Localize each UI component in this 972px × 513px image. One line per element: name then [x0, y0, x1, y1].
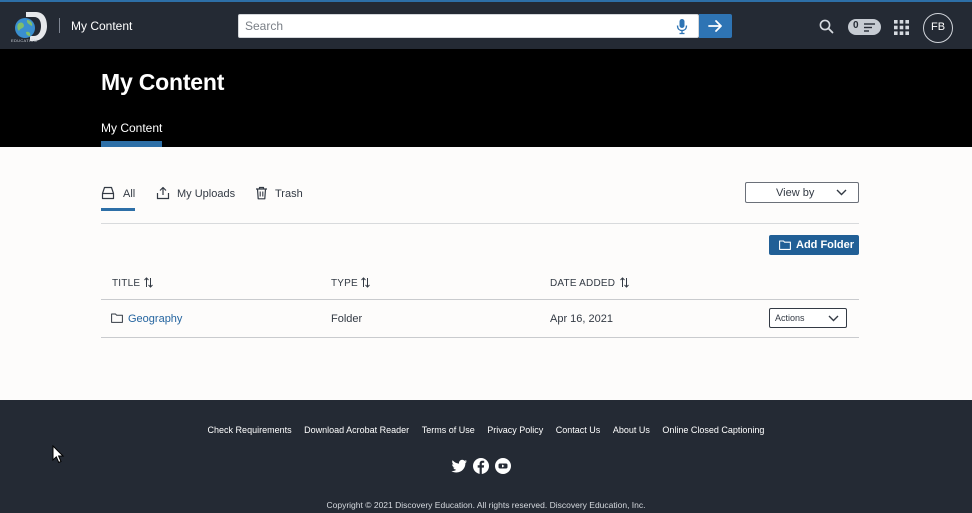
search-icon[interactable] — [819, 19, 834, 34]
column-header-date-added[interactable]: DATE ADDED — [550, 277, 629, 289]
footer-link-terms[interactable]: Terms of Use — [422, 425, 475, 435]
divider — [101, 299, 859, 300]
column-header-type[interactable]: TYPE — [331, 277, 370, 289]
footer-link-check-requirements[interactable]: Check Requirements — [208, 425, 292, 435]
folder-icon — [779, 240, 791, 250]
copyright-text: Copyright © 2021 Discovery Education. Al… — [326, 500, 646, 510]
page-title: My Content — [101, 69, 225, 95]
logo-subtitle: EDUCATION — [11, 38, 37, 43]
tray-icon — [101, 186, 115, 200]
apps-grid-icon[interactable] — [894, 20, 909, 35]
app-title[interactable]: My Content — [71, 19, 132, 33]
divider — [101, 337, 859, 338]
trash-icon — [256, 186, 267, 200]
page-header: My Content My Content — [0, 49, 972, 147]
top-navigation-bar: EDUCATION My Content 0 FB — [0, 0, 972, 49]
filter-tab-label: My Uploads — [177, 188, 236, 200]
divider — [59, 18, 60, 33]
row-type: Folder — [331, 313, 363, 325]
footer-link-about[interactable]: About Us — [613, 425, 650, 435]
arrow-right-icon — [708, 20, 722, 32]
footer: Check Requirements Download Acrobat Read… — [0, 400, 972, 513]
mouse-cursor-icon — [52, 445, 65, 464]
chevron-down-icon — [828, 315, 839, 322]
active-tab-indicator — [101, 141, 162, 147]
add-folder-label: Add Folder — [796, 239, 855, 251]
footer-link-closed-captioning[interactable]: Online Closed Captioning — [662, 425, 764, 435]
sort-icon — [144, 277, 153, 288]
facebook-icon[interactable] — [473, 458, 490, 474]
counter-value: 0 — [853, 20, 859, 31]
row-date-added: Apr 16, 2021 — [550, 313, 613, 325]
search-input[interactable] — [245, 18, 665, 34]
folder-icon — [111, 313, 123, 323]
divider — [101, 223, 859, 224]
upload-icon — [156, 186, 170, 200]
social-links — [451, 458, 512, 474]
queue-counter[interactable]: 0 — [848, 19, 881, 35]
youtube-icon[interactable] — [494, 458, 511, 474]
chevron-down-icon — [836, 189, 847, 196]
filter-tab-label: All — [123, 188, 136, 200]
footer-link-contact[interactable]: Contact Us — [556, 425, 601, 435]
footer-links: Check Requirements Download Acrobat Read… — [0, 425, 972, 435]
search-box — [238, 14, 699, 38]
add-folder-button[interactable]: Add Folder — [769, 235, 859, 255]
footer-link-privacy[interactable]: Privacy Policy — [487, 425, 543, 435]
microphone-icon[interactable] — [676, 18, 688, 35]
list-icon — [864, 23, 875, 32]
sort-icon — [361, 277, 370, 288]
view-by-dropdown[interactable]: View by — [745, 182, 859, 203]
active-filter-indicator — [101, 208, 135, 211]
view-by-label: View by — [776, 187, 815, 199]
row-actions-dropdown[interactable]: Actions — [769, 308, 847, 328]
folder-link-geography[interactable]: Geography — [128, 313, 182, 325]
twitter-icon[interactable] — [451, 458, 468, 474]
search-submit-button[interactable] — [699, 14, 732, 38]
column-header-title[interactable]: TITLE — [112, 277, 153, 289]
filter-tab-label: Trash — [275, 188, 303, 200]
sort-icon — [620, 277, 629, 288]
user-avatar[interactable]: FB — [923, 13, 953, 43]
tab-my-content[interactable]: My Content — [101, 121, 162, 135]
actions-label: Actions — [775, 313, 805, 323]
footer-link-download-acrobat[interactable]: Download Acrobat Reader — [304, 425, 409, 435]
